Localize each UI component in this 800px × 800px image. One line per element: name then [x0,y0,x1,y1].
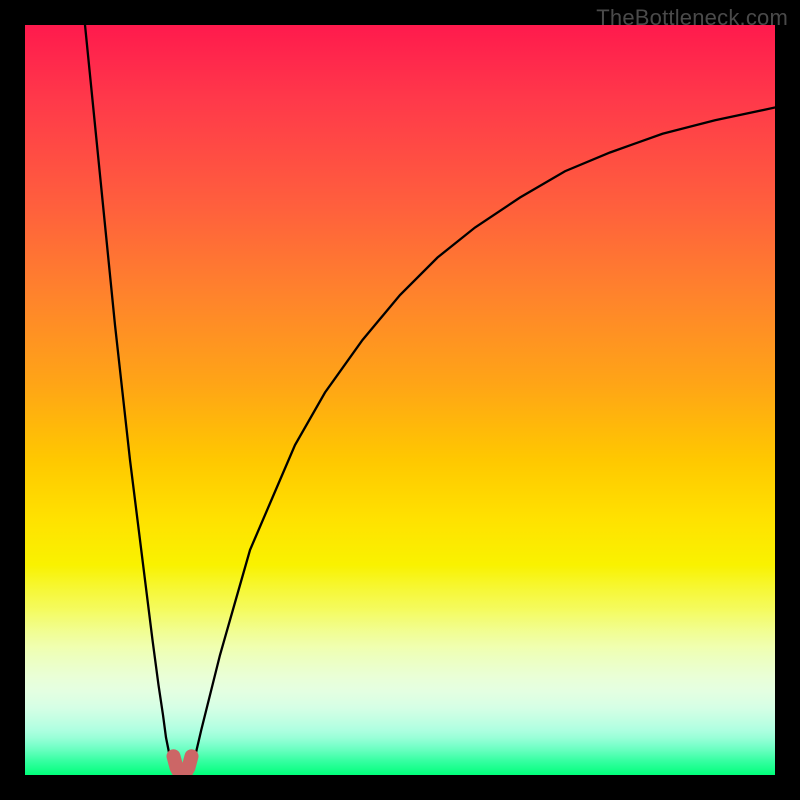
curve-layer [25,25,775,775]
plot-area [25,25,775,775]
chart-canvas: TheBottleneck.com [0,0,800,800]
watermark-text: TheBottleneck.com [596,5,788,31]
left-branch-curve [85,25,175,775]
valley-marker-shape [174,756,192,775]
right-branch-curve [190,108,775,776]
